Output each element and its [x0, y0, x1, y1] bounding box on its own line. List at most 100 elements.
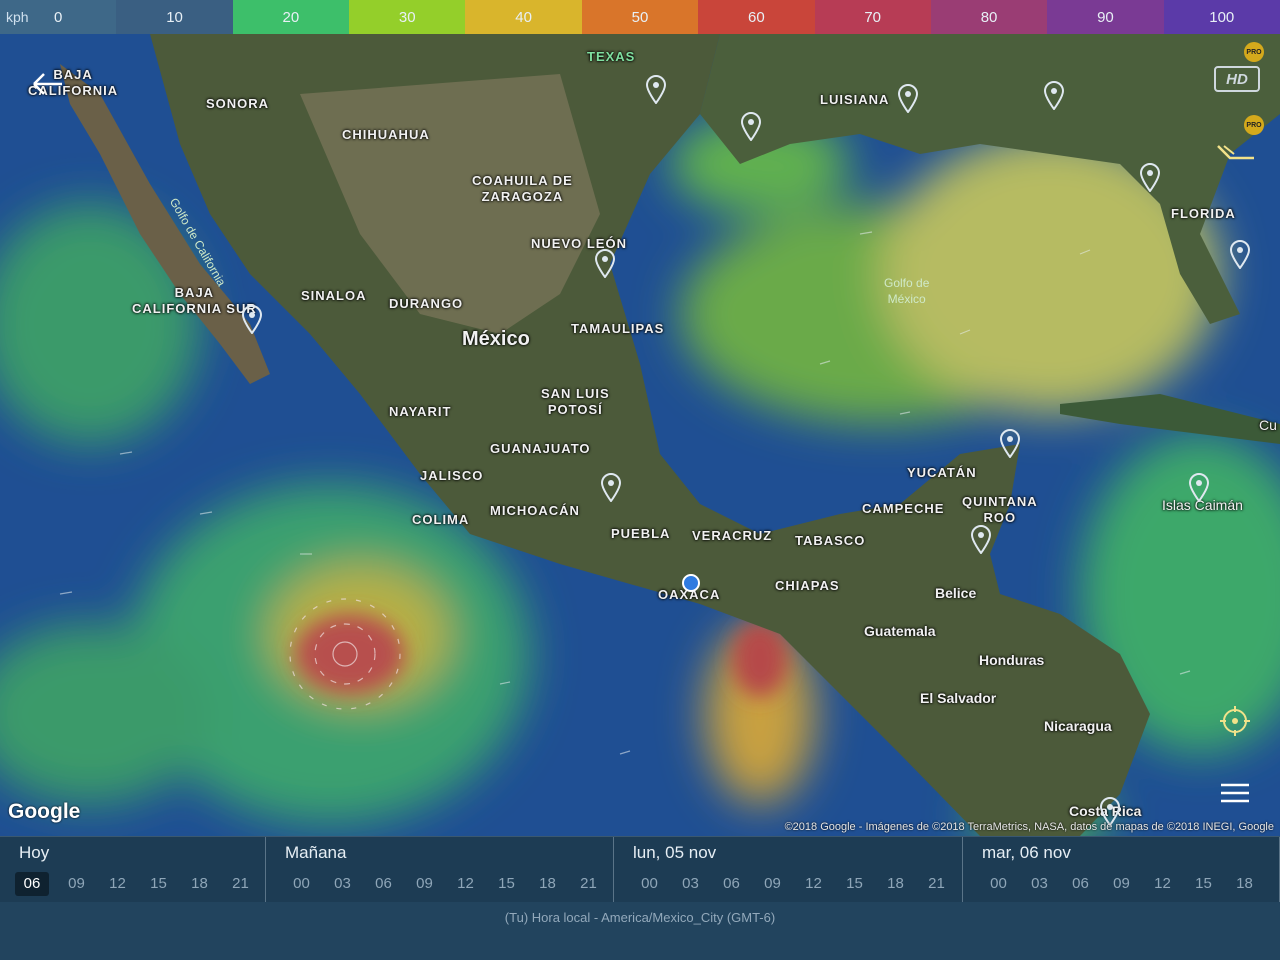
hour-slot[interactable]: 06: [363, 872, 404, 896]
pro-badge[interactable]: PRO: [1244, 42, 1264, 62]
hour-list: 00 03 06 09 12 15 18 21: [629, 872, 962, 896]
hour-slot[interactable]: 12: [793, 872, 834, 896]
label-san-luis-potosi: SAN LUIS POTOSÍ: [541, 386, 610, 417]
hour-list: 00 03 06 09 12 15 18: [978, 872, 1279, 896]
hour-slot[interactable]: 12: [445, 872, 486, 896]
legend-segment: 50: [581, 0, 699, 34]
label-guanajuato: GUANAJUATO: [490, 441, 591, 456]
station-pin-icon[interactable]: [1229, 239, 1251, 269]
map-attribution: ©2018 Google - Imágenes de ©2018 TerraMe…: [784, 821, 1274, 833]
back-arrow-icon[interactable]: [30, 70, 66, 98]
hour-slot[interactable]: 15: [1183, 872, 1224, 896]
hour-list: 00 03 06 09 12 15 18 21: [281, 872, 613, 896]
label-durango: DURANGO: [389, 296, 464, 311]
hour-slot[interactable]: 09: [56, 872, 97, 896]
day-label: lun, 05 nov: [633, 843, 717, 862]
station-pin-icon[interactable]: [1139, 162, 1161, 192]
hd-toggle-icon[interactable]: HD: [1214, 66, 1260, 92]
label-baja-california-sur: BAJA CALIFORNIA SUR: [132, 285, 257, 316]
timezone-footer: (Tu) Hora local - America/Mexico_City (G…: [0, 902, 1280, 960]
pro-badge[interactable]: PRO: [1244, 115, 1264, 135]
hour-slot[interactable]: 12: [1142, 872, 1183, 896]
hamburger-menu-icon[interactable]: [1219, 782, 1251, 804]
legend-segment: 70: [814, 0, 931, 34]
station-pin-icon[interactable]: [1188, 472, 1210, 502]
label-quintana-roo: QUINTANA ROO: [962, 494, 1038, 525]
hour-slot[interactable]: 03: [1019, 872, 1060, 896]
label-cuba: Cu: [1259, 417, 1277, 433]
label-honduras: Honduras: [979, 652, 1045, 668]
legend-segment: 20: [232, 0, 350, 34]
legend-segment: 60: [698, 0, 815, 34]
hour-slot[interactable]: 15: [486, 872, 527, 896]
hour-slot[interactable]: 06: [711, 872, 752, 896]
hour-slot[interactable]: 09: [404, 872, 445, 896]
weather-map[interactable]: BAJA CALIFORNIA SONORA CHIHUAHUA TEXAS L…: [0, 34, 1280, 836]
hour-slot[interactable]: 21: [220, 872, 261, 896]
hour-slot[interactable]: 00: [281, 872, 322, 896]
label-chiapas: CHIAPAS: [775, 578, 840, 593]
hour-slot[interactable]: 09: [1101, 872, 1142, 896]
station-pin-icon[interactable]: [999, 428, 1021, 458]
label-sonora: SONORA: [206, 96, 270, 111]
hour-slot[interactable]: 18: [527, 872, 568, 896]
hour-slot[interactable]: 18: [1224, 872, 1265, 896]
timeline-day: Mañana 00 03 06 09 12 15 18 21: [266, 837, 614, 903]
station-pin-icon[interactable]: [740, 111, 762, 141]
label-florida: FLORIDA: [1171, 206, 1236, 221]
legend-unit: kph: [6, 9, 29, 25]
hour-slot[interactable]: 18: [179, 872, 220, 896]
station-pin-icon[interactable]: [645, 74, 667, 104]
hour-slot[interactable]: 03: [670, 872, 711, 896]
station-pin-icon[interactable]: [970, 524, 992, 554]
hour-slot[interactable]: 00: [978, 872, 1019, 896]
airport-runway-icon[interactable]: [1216, 144, 1258, 164]
hour-slot[interactable]: 15: [834, 872, 875, 896]
label-veracruz: VERACRUZ: [692, 528, 773, 543]
timeline-day: lun, 05 nov 00 03 06 09 12 15 18 21: [614, 837, 963, 903]
legend-segment: 100: [1163, 0, 1280, 34]
label-coahuila: COAHUILA DE ZARAGOZA: [472, 173, 573, 204]
label-michoacan: MICHOACÁN: [490, 503, 580, 518]
label-tabasco: TABASCO: [795, 533, 866, 548]
hour-slot[interactable]: 03: [322, 872, 363, 896]
station-pin-icon[interactable]: [600, 472, 622, 502]
label-campeche: CAMPECHE: [862, 501, 945, 516]
hour-slot[interactable]: 15: [138, 872, 179, 896]
hour-slot[interactable]: 18: [875, 872, 916, 896]
forecast-timeline[interactable]: Hoy 06 09 12 15 18 21 Mañana 00 03 06 09 12 15 18 21 lun…: [0, 836, 1280, 903]
hour-slot[interactable]: 21: [916, 872, 957, 896]
station-pin-icon[interactable]: [1043, 80, 1065, 110]
label-chihuahua: CHIHUAHUA: [342, 127, 430, 142]
station-pin-icon[interactable]: [241, 304, 263, 334]
timeline-day: Hoy 06 09 12 15 18 21: [0, 837, 266, 903]
hour-list: 06 09 12 15 18 21: [15, 872, 265, 896]
hour-slot[interactable]: 21: [568, 872, 609, 896]
station-pin-icon[interactable]: [897, 83, 919, 113]
map-background: [0, 34, 1280, 836]
label-texas: TEXAS: [587, 49, 636, 64]
label-jalisco: JALISCO: [420, 468, 484, 483]
label-golfo-mexico: Golfo de México: [884, 276, 930, 306]
label-el-salvador: El Salvador: [920, 690, 997, 706]
current-location-icon[interactable]: [682, 574, 700, 592]
hour-slot[interactable]: 00: [629, 872, 670, 896]
hour-slot[interactable]: 12: [97, 872, 138, 896]
label-mexico: México: [462, 328, 530, 350]
hour-slot[interactable]: 09: [752, 872, 793, 896]
day-label: mar, 06 nov: [982, 843, 1071, 862]
locate-me-icon[interactable]: [1218, 704, 1252, 738]
legend-segment: 90: [1047, 0, 1164, 34]
legend-segment: 80: [930, 0, 1048, 34]
label-nicaragua: Nicaragua: [1044, 718, 1112, 734]
label-colima: COLIMA: [412, 512, 470, 527]
legend-segment: 40: [465, 0, 582, 34]
station-pin-icon[interactable]: [594, 248, 616, 278]
hour-slot[interactable]: 06: [1060, 872, 1101, 896]
label-luisiana: LUISIANA: [820, 92, 890, 107]
hour-slot-selected[interactable]: 06: [15, 872, 49, 896]
day-label: Hoy: [19, 843, 50, 862]
label-puebla: PUEBLA: [611, 526, 671, 541]
label-sinaloa: SINALOA: [301, 288, 367, 303]
legend-segment: 10: [116, 0, 233, 34]
